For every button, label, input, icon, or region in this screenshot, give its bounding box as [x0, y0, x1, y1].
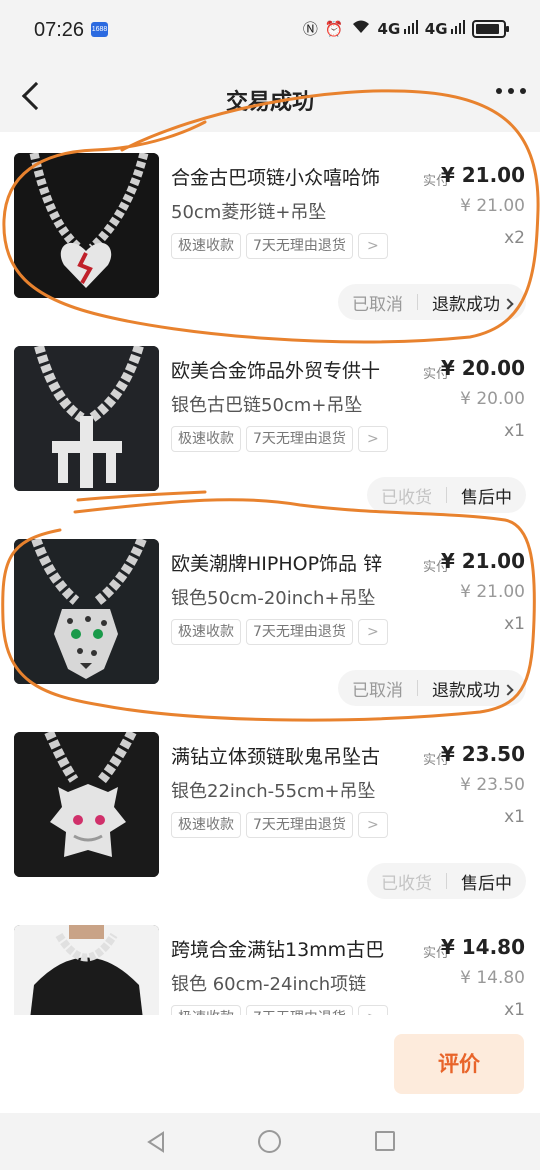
paid-price: ¥ 21.00 [440, 549, 525, 573]
order-item-list[interactable]: 合金古巴项链小众嘻哈饰 50cm菱形链+吊坠 极速收款 7天无理由退货 > 实付… [0, 132, 540, 1015]
status-bar: 07:26 1688 Ⓝ ⏰ 4G 4G [0, 0, 540, 62]
item-actions: 已收货 售后中 [367, 863, 526, 899]
service-tag: 极速收款 [171, 233, 241, 259]
paid-price: ¥ 21.00 [440, 163, 525, 187]
service-tags: 极速收款 7天无理由退货 > [171, 619, 388, 645]
alarm-icon: ⏰ [324, 19, 344, 38]
system-nav-bar [0, 1113, 540, 1170]
quantity: x1 [504, 1000, 525, 1015]
chevron-right-icon [502, 683, 514, 696]
list-item[interactable]: 欧美合金饰品外贸专供十 银色古巴链50cm+吊坠 极速收款 7天无理由退货 > … [0, 325, 540, 518]
refund-success-button[interactable]: 退款成功 [432, 290, 514, 315]
service-tag: 极速收款 [171, 812, 241, 838]
nav-home-icon[interactable] [258, 1130, 281, 1153]
page-header: 交易成功 [0, 62, 540, 132]
item-actions: 已收货 售后中 [367, 477, 526, 513]
product-image[interactable] [14, 925, 159, 1015]
unit-price: ¥ 23.50 [460, 775, 525, 795]
list-item[interactable]: 欧美潮牌HIPHOP饰品 锌 银色50cm-20inch+吊坠 极速收款 7天无… [0, 518, 540, 711]
nav-recent-icon[interactable] [375, 1131, 395, 1151]
service-tag: 7天无理由退货 [246, 812, 353, 838]
status-icons: Ⓝ ⏰ 4G 4G [302, 18, 509, 39]
service-tag: 极速收款 [171, 426, 241, 452]
service-tags: 极速收款 7天无理由退货 > [171, 233, 388, 259]
received-status: 已收货 [381, 873, 432, 894]
product-sku: 银色古巴链50cm+吊坠 [171, 395, 363, 416]
chevron-right-icon[interactable]: > [357, 812, 388, 838]
service-tag: 7天无理由退货 [246, 426, 353, 452]
paid-price: ¥ 23.50 [440, 742, 525, 766]
refund-success-button[interactable]: 退款成功 [432, 676, 514, 701]
after-sales-button[interactable]: 售后中 [461, 483, 512, 508]
unit-price: ¥ 21.00 [460, 196, 525, 216]
chevron-right-icon [502, 297, 514, 310]
after-sales-button[interactable]: 售后中 [461, 869, 512, 894]
list-item[interactable]: 合金古巴项链小众嘻哈饰 50cm菱形链+吊坠 极速收款 7天无理由退货 > 实付… [0, 132, 540, 325]
service-tags: 极速收款 7天无理由退货 > [171, 812, 388, 838]
service-tags: 极速收款 7天无理由退货 > [171, 426, 388, 452]
battery-icon [472, 19, 509, 38]
chevron-right-icon[interactable]: > [357, 1005, 388, 1015]
quantity: x1 [504, 421, 525, 441]
more-dots-icon[interactable] [496, 88, 526, 94]
page-title: 交易成功 [225, 90, 314, 115]
unit-price: ¥ 14.80 [460, 968, 525, 988]
app-badge-icon: 1688 [91, 22, 108, 37]
list-item[interactable]: 跨境合金满钻13mm古巴 银色 60cm-24inch项链 极速收款 7天无理由… [0, 904, 540, 1015]
item-actions: 已取消 退款成功 [338, 284, 526, 320]
4g-signal-icon: 4G [378, 19, 418, 38]
product-image[interactable] [14, 539, 159, 684]
product-image[interactable] [14, 732, 159, 877]
quantity: x1 [504, 807, 525, 827]
product-title[interactable]: 欧美潮牌HIPHOP饰品 锌 [171, 549, 411, 576]
paid-price: ¥ 14.80 [440, 935, 525, 959]
product-title[interactable]: 跨境合金满钻13mm古巴 [171, 935, 411, 962]
product-image[interactable] [14, 346, 159, 491]
chevron-right-icon[interactable]: > [357, 426, 388, 452]
paid-price: ¥ 20.00 [440, 356, 525, 380]
product-title[interactable]: 欧美合金饰品外贸专供十 [171, 356, 411, 383]
service-tag: 极速收款 [171, 1005, 241, 1015]
cancelled-status: 已取消 [352, 680, 403, 701]
nav-back-icon[interactable] [146, 1131, 166, 1157]
review-button[interactable]: 评价 [394, 1034, 524, 1094]
product-sku: 50cm菱形链+吊坠 [171, 202, 327, 223]
product-sku: 银色 60cm-24inch项链 [171, 974, 367, 995]
product-sku: 银色50cm-20inch+吊坠 [171, 588, 376, 609]
product-image[interactable] [14, 153, 159, 298]
service-tag: 7天无理由退货 [246, 1005, 353, 1015]
quantity: x2 [504, 228, 525, 248]
4g-signal-icon: 4G [425, 19, 465, 38]
product-sku: 银色22inch-55cm+吊坠 [171, 781, 376, 802]
list-item[interactable]: 满钻立体颈链耿鬼吊坠古 银色22inch-55cm+吊坠 极速收款 7天无理由退… [0, 711, 540, 904]
divider [446, 487, 447, 503]
item-actions: 已取消 退款成功 [338, 670, 526, 706]
chevron-right-icon[interactable]: > [357, 233, 388, 259]
service-tag: 极速收款 [171, 619, 241, 645]
divider [417, 680, 418, 696]
divider [417, 294, 418, 310]
unit-price: ¥ 21.00 [460, 582, 525, 602]
product-title[interactable]: 满钻立体颈链耿鬼吊坠古 [171, 742, 411, 769]
service-tags: 极速收款 7天无理由退货 > [171, 1005, 388, 1015]
product-title[interactable]: 合金古巴项链小众嘻哈饰 [171, 163, 411, 190]
quantity: x1 [504, 614, 525, 634]
cancelled-status: 已取消 [352, 294, 403, 315]
wifi-icon [351, 19, 371, 39]
status-time: 07:26 [34, 19, 85, 41]
received-status: 已收货 [381, 487, 432, 508]
nfc-icon: Ⓝ [302, 20, 318, 38]
service-tag: 7天无理由退货 [246, 233, 353, 259]
divider [446, 873, 447, 889]
service-tag: 7天无理由退货 [246, 619, 353, 645]
unit-price: ¥ 20.00 [460, 389, 525, 409]
bottom-action-bar: 评价 [0, 1015, 540, 1113]
chevron-right-icon[interactable]: > [357, 619, 388, 645]
